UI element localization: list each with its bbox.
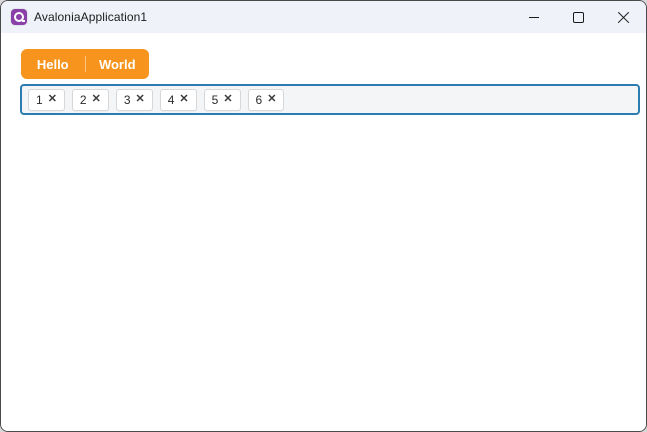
tag-chip: 4 ✕ (159, 88, 197, 111)
minimize-button[interactable] (511, 1, 556, 33)
maximize-icon (573, 11, 584, 23)
tag-chip-label: 3 (123, 92, 131, 107)
tag-chip-label: 1 (36, 92, 43, 107)
remove-tag-icon[interactable]: ✕ (179, 94, 188, 105)
content-area: Hello World 1 ✕ 2 ✕ 3 ✕ 4 ✕ 5 ✕ 6 ✕ (1, 33, 646, 431)
tag-chip: 3 ✕ (115, 88, 153, 111)
tab-hello[interactable]: Hello (21, 49, 85, 79)
tag-chip-label: 6 (255, 92, 263, 107)
window-title: AvaloniaApplication1 (34, 10, 148, 24)
tag-chip: 2 ✕ (71, 88, 109, 111)
tab-world[interactable]: World (86, 49, 150, 79)
app-window: AvaloniaApplication1 Hello World 1 ✕ 2 ✕ (0, 0, 647, 432)
close-icon (617, 11, 630, 24)
minimize-icon (528, 16, 539, 18)
remove-tag-icon[interactable]: ✕ (92, 94, 101, 105)
caption-buttons (511, 1, 646, 33)
tag-chip-label: 2 (79, 92, 87, 107)
tags-input[interactable]: 1 ✕ 2 ✕ 3 ✕ 4 ✕ 5 ✕ 6 ✕ (20, 84, 640, 115)
close-button[interactable] (601, 1, 646, 33)
remove-tag-icon[interactable]: ✕ (136, 94, 145, 105)
tag-chip-label: 5 (211, 92, 219, 107)
maximize-button[interactable] (556, 1, 601, 33)
tab-strip: Hello World (21, 49, 149, 79)
remove-tag-icon[interactable]: ✕ (48, 94, 57, 105)
tag-chip: 5 ✕ (203, 88, 241, 111)
titlebar[interactable]: AvaloniaApplication1 (1, 1, 646, 33)
tag-chip: 1 ✕ (28, 88, 65, 111)
remove-tag-icon[interactable]: ✕ (267, 94, 276, 105)
tag-chip: 6 ✕ (247, 88, 285, 111)
avalonia-logo-icon (11, 9, 27, 25)
tag-chip-label: 4 (167, 92, 175, 107)
remove-tag-icon[interactable]: ✕ (223, 94, 232, 105)
